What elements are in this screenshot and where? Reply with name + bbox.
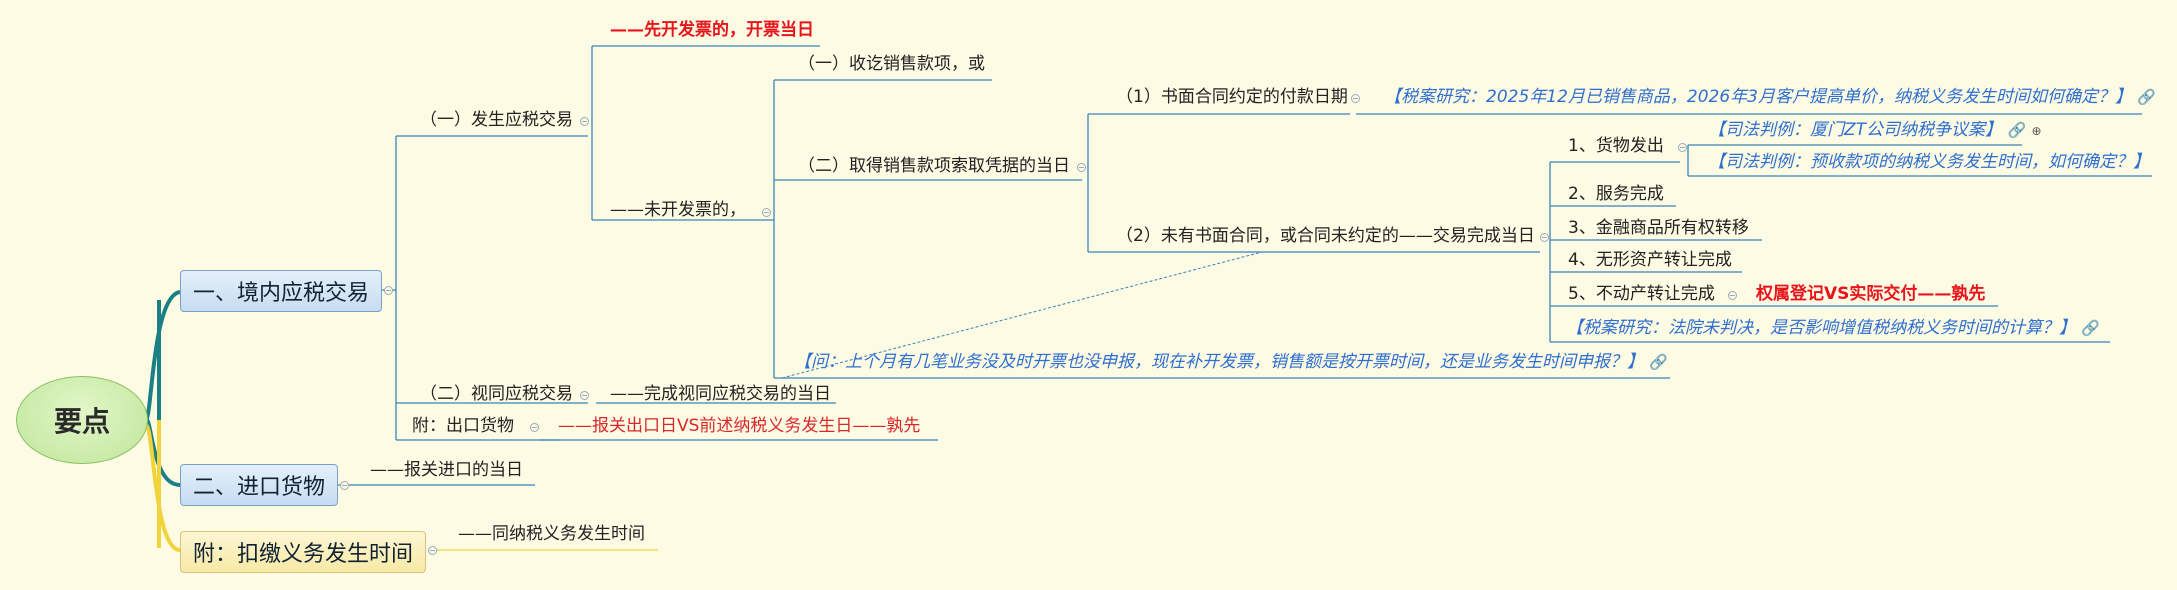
collapse-toggle-icon[interactable] [1728,291,1737,300]
link-icon[interactable]: 🔗 [2007,121,2026,139]
collapse-toggle-icon[interactable] [1077,163,1086,172]
topic-import[interactable]: 二、进口货物 [180,464,338,506]
collapse-toggle-icon[interactable] [1540,233,1549,242]
note-goods-case2[interactable]: 【司法判例：预收款项的纳税义务发生时间，如何确定？】 [1708,150,2150,174]
topic-withholding[interactable]: 附：扣缴义务发生时间 [180,531,426,573]
collapse-toggle-icon[interactable] [530,423,539,432]
node-intangible-transfer[interactable]: 4、无形资产转让完成 [1568,248,1732,272]
node-not-invoiced[interactable]: ——未开发票的， [610,198,746,222]
note-text: 【司法判例：厦门ZT公司纳税争议案】 [1708,120,2003,140]
root-branch-domestic [144,290,181,421]
node-import-when[interactable]: ——报关进口的当日 [370,458,523,482]
node-no-written-contract[interactable]: （2）未有书面合同，或合同未约定的——交易完成当日 [1116,224,1535,248]
node-realestate-transfer[interactable]: 5、不动产转让完成 [1568,282,1715,306]
node-deemed-when[interactable]: ——完成视同应税交易的当日 [610,382,831,406]
link-icon[interactable]: 🔗 [2137,88,2156,106]
collapse-toggle-icon[interactable] [1351,94,1360,103]
note-written-contract[interactable]: 【税案研究：2025年12月已销售商品，2026年3月客户提高单价，纳税义务发生… [1384,85,2156,109]
node-deemed[interactable]: （二）视同应税交易 [420,382,573,406]
node-written-contract[interactable]: （1）书面合同约定的付款日期 [1116,85,1348,109]
node-withholding-when[interactable]: ——同纳税义务发生时间 [458,522,645,546]
node-goods-shipped[interactable]: 1、货物发出 [1568,134,1664,158]
node-realestate-rule[interactable]: 权属登记VS实际交付——孰先 [1756,282,1985,306]
collapse-toggle-icon[interactable] [340,481,349,490]
collapse-toggle-icon[interactable] [1678,143,1687,152]
note-goods-case1[interactable]: 【司法判例：厦门ZT公司纳税争议案】 🔗 ⊕ [1708,118,2042,143]
note-question[interactable]: 【问：上个月有几笔业务没及时开票也没申报，现在补开发票，销售额是按开票时间，还是… [794,350,1668,374]
link-icon[interactable]: 🔗 [1649,353,1668,371]
node-export-when[interactable]: ——报关出口日VS前述纳税义务发生日——孰先 [558,414,920,438]
node-service-complete[interactable]: 2、服务完成 [1568,182,1664,206]
node-received[interactable]: （一）收讫销售款项，或 [798,52,985,76]
note-court-case[interactable]: 【税案研究：法院未判决，是否影响增值税纳税义务时间的计算？】 🔗 [1566,316,2100,340]
topic-domestic[interactable]: 一、境内应税交易 [180,270,382,312]
link-icon[interactable]: 🔗 [2081,319,2100,337]
collapse-toggle-icon[interactable] [428,546,437,555]
node-financial-transfer[interactable]: 3、金融商品所有权转移 [1568,216,1749,240]
node-export[interactable]: 附：出口货物 [412,414,514,438]
node-occur[interactable]: （一）发生应税交易 [420,108,573,132]
note-text: 【问：上个月有几笔业务没及时开票也没申报，现在补开发票，销售额是按开票时间，还是… [794,352,1644,372]
root-branch-withholding [144,423,181,552]
node-obtained[interactable]: （二）取得销售款项索取凭据的当日 [798,154,1070,178]
collapse-toggle-icon[interactable] [384,286,393,295]
note-text: 【税案研究：2025年12月已销售商品，2026年3月客户提高单价，纳税义务发生… [1384,87,2132,107]
root-topic[interactable]: 要点 [16,376,148,464]
collapse-toggle-icon[interactable] [580,391,589,400]
note-text: 【税案研究：法院未判决，是否影响增值税纳税义务时间的计算？】 [1566,318,2076,338]
node-invoiced-first[interactable]: ——先开发票的，开票当日 [610,18,814,42]
collapse-toggle-icon[interactable] [580,117,589,126]
collapse-toggle-icon[interactable] [762,208,771,217]
expand-icon[interactable]: ⊕ [2032,124,2042,138]
